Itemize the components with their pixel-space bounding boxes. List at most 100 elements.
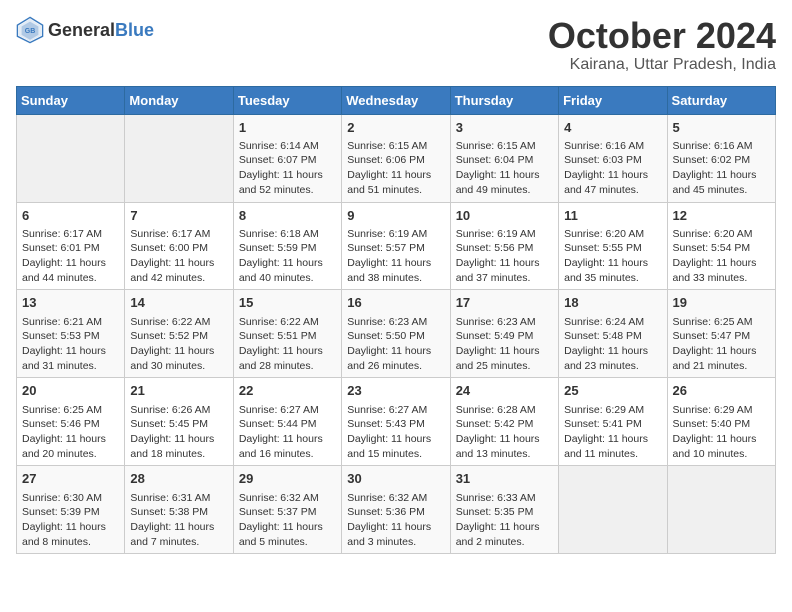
daylight-text: Daylight: 11 hours and 40 minutes. xyxy=(239,256,336,285)
calendar-cell: 12Sunrise: 6:20 AMSunset: 5:54 PMDayligh… xyxy=(667,202,775,290)
sunset-text: Sunset: 5:36 PM xyxy=(347,505,444,520)
logo-general: General xyxy=(48,20,115,40)
calendar-subtitle: Kairana, Uttar Pradesh, India xyxy=(548,56,776,74)
sunset-text: Sunset: 6:06 PM xyxy=(347,153,444,168)
calendar-cell: 1Sunrise: 6:14 AMSunset: 6:07 PMDaylight… xyxy=(233,114,341,202)
calendar-cell: 5Sunrise: 6:16 AMSunset: 6:02 PMDaylight… xyxy=(667,114,775,202)
daylight-text: Daylight: 11 hours and 25 minutes. xyxy=(456,344,553,373)
header: GB GeneralBlue October 2024 Kairana, Utt… xyxy=(16,16,776,74)
sunrise-text: Sunrise: 6:16 AM xyxy=(564,139,661,154)
calendar-cell xyxy=(125,114,233,202)
svg-text:GB: GB xyxy=(25,28,36,35)
calendar-cell: 22Sunrise: 6:27 AMSunset: 5:44 PMDayligh… xyxy=(233,378,341,466)
day-number: 27 xyxy=(22,470,119,488)
calendar-week-5: 27Sunrise: 6:30 AMSunset: 5:39 PMDayligh… xyxy=(17,466,776,554)
sunrise-text: Sunrise: 6:31 AM xyxy=(130,491,227,506)
sunrise-text: Sunrise: 6:28 AM xyxy=(456,403,553,418)
day-number: 15 xyxy=(239,294,336,312)
sunrise-text: Sunrise: 6:23 AM xyxy=(347,315,444,330)
day-number: 21 xyxy=(130,382,227,400)
sunrise-text: Sunrise: 6:29 AM xyxy=(564,403,661,418)
sunset-text: Sunset: 6:07 PM xyxy=(239,153,336,168)
sunrise-text: Sunrise: 6:27 AM xyxy=(347,403,444,418)
calendar-cell xyxy=(559,466,667,554)
sunset-text: Sunset: 5:52 PM xyxy=(130,329,227,344)
column-header-tuesday: Tuesday xyxy=(233,86,341,114)
sunset-text: Sunset: 6:02 PM xyxy=(673,153,770,168)
sunset-text: Sunset: 5:46 PM xyxy=(22,417,119,432)
day-number: 14 xyxy=(130,294,227,312)
sunrise-text: Sunrise: 6:17 AM xyxy=(130,227,227,242)
day-number: 18 xyxy=(564,294,661,312)
calendar-page: GB GeneralBlue October 2024 Kairana, Utt… xyxy=(0,0,792,570)
sunset-text: Sunset: 5:47 PM xyxy=(673,329,770,344)
sunset-text: Sunset: 5:54 PM xyxy=(673,241,770,256)
calendar-cell: 15 Sunrise: 6:22 AMSunset: 5:51 PMDayligh… xyxy=(233,290,341,378)
daylight-text: Daylight: 11 hours and 21 minutes. xyxy=(673,344,770,373)
logo: GB GeneralBlue xyxy=(16,16,154,44)
calendar-cell: 10Sunrise: 6:19 AMSunset: 5:56 PMDayligh… xyxy=(450,202,558,290)
daylight-text: Daylight: 11 hours and 33 minutes. xyxy=(673,256,770,285)
calendar-cell: 17 Sunrise: 6:23 AMSunset: 5:49 PMDayligh… xyxy=(450,290,558,378)
daylight-text: Daylight: 11 hours and 52 minutes. xyxy=(239,168,336,197)
day-number: 4 xyxy=(564,119,661,137)
daylight-text: Daylight: 11 hours and 35 minutes. xyxy=(564,256,661,285)
calendar-cell: 16Sunrise: 6:23 AMSunset: 5:50 PMDayligh… xyxy=(342,290,450,378)
calendar-title: October 2024 xyxy=(548,16,776,56)
sunset-text: Sunset: 5:51 PM xyxy=(239,329,336,344)
title-area: October 2024 Kairana, Uttar Pradesh, Ind… xyxy=(548,16,776,74)
column-header-monday: Monday xyxy=(125,86,233,114)
daylight-text: Daylight: 11 hours and 42 minutes. xyxy=(130,256,227,285)
logo-icon: GB xyxy=(16,16,44,44)
calendar-cell: 28Sunrise: 6:31 AMSunset: 5:38 PMDayligh… xyxy=(125,466,233,554)
calendar-cell: 24Sunrise: 6:28 AMSunset: 5:42 PMDayligh… xyxy=(450,378,558,466)
sunset-text: Sunset: 5:41 PM xyxy=(564,417,661,432)
sunrise-text: Sunrise: 6:15 AM xyxy=(347,139,444,154)
daylight-text: Daylight: 11 hours and 31 minutes. xyxy=(22,344,119,373)
sunset-text: Sunset: 5:35 PM xyxy=(456,505,553,520)
day-number: 23 xyxy=(347,382,444,400)
sunset-text: Sunset: 5:49 PM xyxy=(456,329,553,344)
sunrise-text: Sunrise: 6:29 AM xyxy=(673,403,770,418)
day-number: 17 xyxy=(456,294,553,312)
daylight-text: Daylight: 11 hours and 30 minutes. xyxy=(130,344,227,373)
daylight-text: Daylight: 11 hours and 44 minutes. xyxy=(22,256,119,285)
sunrise-text: Sunrise: 6:32 AM xyxy=(347,491,444,506)
calendar-cell: 30Sunrise: 6:32 AMSunset: 5:36 PMDayligh… xyxy=(342,466,450,554)
column-header-wednesday: Wednesday xyxy=(342,86,450,114)
daylight-text: Daylight: 11 hours and 5 minutes. xyxy=(239,520,336,549)
calendar-cell: 8Sunrise: 6:18 AMSunset: 5:59 PMDaylight… xyxy=(233,202,341,290)
day-number: 28 xyxy=(130,470,227,488)
calendar-week-1: 1Sunrise: 6:14 AMSunset: 6:07 PMDaylight… xyxy=(17,114,776,202)
daylight-text: Daylight: 11 hours and 51 minutes. xyxy=(347,168,444,197)
sunset-text: Sunset: 5:56 PM xyxy=(456,241,553,256)
day-number: 1 xyxy=(239,119,336,137)
sunset-text: Sunset: 5:39 PM xyxy=(22,505,119,520)
sunrise-text: Sunrise: 6:22 AM xyxy=(239,315,336,330)
sunset-text: Sunset: 6:04 PM xyxy=(456,153,553,168)
daylight-text: Daylight: 11 hours and 47 minutes. xyxy=(564,168,661,197)
daylight-text: Daylight: 11 hours and 16 minutes. xyxy=(239,432,336,461)
day-number: 22 xyxy=(239,382,336,400)
sunset-text: Sunset: 5:40 PM xyxy=(673,417,770,432)
daylight-text: Daylight: 11 hours and 18 minutes. xyxy=(130,432,227,461)
calendar-cell xyxy=(17,114,125,202)
sunrise-text: Sunrise: 6:15 AM xyxy=(456,139,553,154)
sunset-text: Sunset: 5:37 PM xyxy=(239,505,336,520)
logo-text: GeneralBlue xyxy=(48,20,154,41)
day-number: 30 xyxy=(347,470,444,488)
day-number: 19 xyxy=(673,294,770,312)
calendar-cell: 19Sunrise: 6:25 AMSunset: 5:47 PMDayligh… xyxy=(667,290,775,378)
daylight-text: Daylight: 11 hours and 7 minutes. xyxy=(130,520,227,549)
daylight-text: Daylight: 11 hours and 28 minutes. xyxy=(239,344,336,373)
sunrise-text: Sunrise: 6:18 AM xyxy=(239,227,336,242)
day-number: 16 xyxy=(347,294,444,312)
day-number: 20 xyxy=(22,382,119,400)
daylight-text: Daylight: 11 hours and 15 minutes. xyxy=(347,432,444,461)
calendar-cell: 18Sunrise: 6:24 AMSunset: 5:48 PMDayligh… xyxy=(559,290,667,378)
column-header-saturday: Saturday xyxy=(667,86,775,114)
sunrise-text: Sunrise: 6:16 AM xyxy=(673,139,770,154)
daylight-text: Daylight: 11 hours and 20 minutes. xyxy=(22,432,119,461)
sunrise-text: Sunrise: 6:23 AM xyxy=(456,315,553,330)
daylight-text: Daylight: 11 hours and 13 minutes. xyxy=(456,432,553,461)
